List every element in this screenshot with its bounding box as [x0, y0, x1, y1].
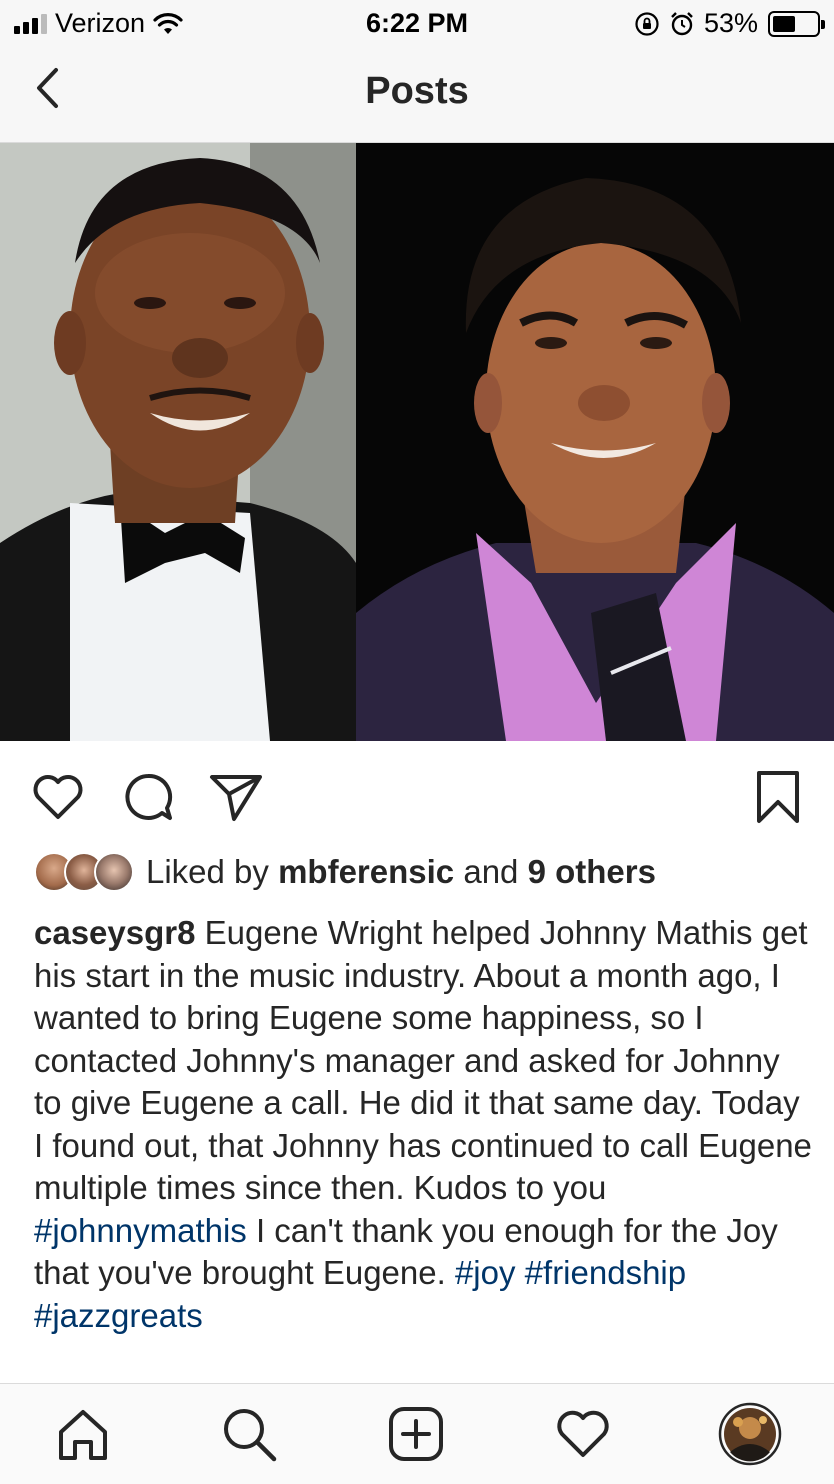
likes-text: Liked by mbferensic and 9 others [146, 853, 656, 891]
portrait-left-illustration [0, 143, 356, 741]
likes-prefix: Liked by [146, 853, 269, 890]
share-button[interactable] [208, 769, 264, 825]
nav-header: Posts [0, 48, 834, 143]
hashtag[interactable]: #johnnymathis [34, 1212, 247, 1249]
alarm-icon [671, 11, 693, 35]
search-icon [224, 1409, 277, 1462]
hashtag[interactable]: #jazzgreats [34, 1297, 203, 1334]
status-right: 53% [634, 8, 825, 39]
battery-icon [768, 10, 825, 37]
battery-percent: 53% [703, 8, 758, 38]
avatar [94, 852, 134, 892]
tab-activity[interactable] [551, 1402, 615, 1466]
orientation-lock-icon [635, 11, 659, 36]
post-actions [0, 741, 834, 846]
hashtag[interactable]: #joy [455, 1254, 516, 1291]
heart-icon [557, 1410, 609, 1457]
likes-row[interactable]: Liked by mbferensic and 9 others [34, 850, 656, 894]
tab-bar [0, 1383, 834, 1484]
like-button[interactable] [30, 769, 86, 825]
bookmark-icon [757, 771, 799, 823]
send-icon [210, 775, 262, 821]
liker-username[interactable]: mbferensic [278, 853, 454, 890]
home-icon [59, 1410, 107, 1460]
hashtag[interactable]: #friendship [525, 1254, 686, 1291]
comment-icon [125, 773, 173, 820]
page-title: Posts [365, 70, 469, 112]
photo-right [356, 143, 834, 741]
status-bar: Verizon 6:22 PM 53% [0, 0, 834, 48]
battery-level [773, 15, 796, 32]
liker-avatars [34, 852, 134, 892]
likes-connector: and [463, 853, 519, 890]
tab-profile[interactable] [718, 1402, 782, 1466]
likes-others-count[interactable]: 9 others [528, 853, 656, 890]
heart-icon [33, 775, 83, 819]
caption-text: Eugene Wright helped Johnny Mathis get h… [34, 914, 812, 1206]
tab-home[interactable] [51, 1402, 115, 1466]
comment-button[interactable] [120, 769, 176, 825]
photo-left [0, 143, 356, 741]
add-post-icon [389, 1407, 443, 1461]
profile-avatar [718, 1402, 782, 1466]
portrait-right-illustration [356, 143, 834, 741]
post-caption: caseysgr8 Eugene Wright helped Johnny Ma… [34, 912, 814, 1337]
caption-username[interactable]: caseysgr8 [34, 914, 195, 951]
tab-new-post[interactable] [384, 1402, 448, 1466]
tab-search[interactable] [217, 1402, 281, 1466]
post-image[interactable] [0, 143, 834, 741]
save-button[interactable] [750, 769, 806, 825]
